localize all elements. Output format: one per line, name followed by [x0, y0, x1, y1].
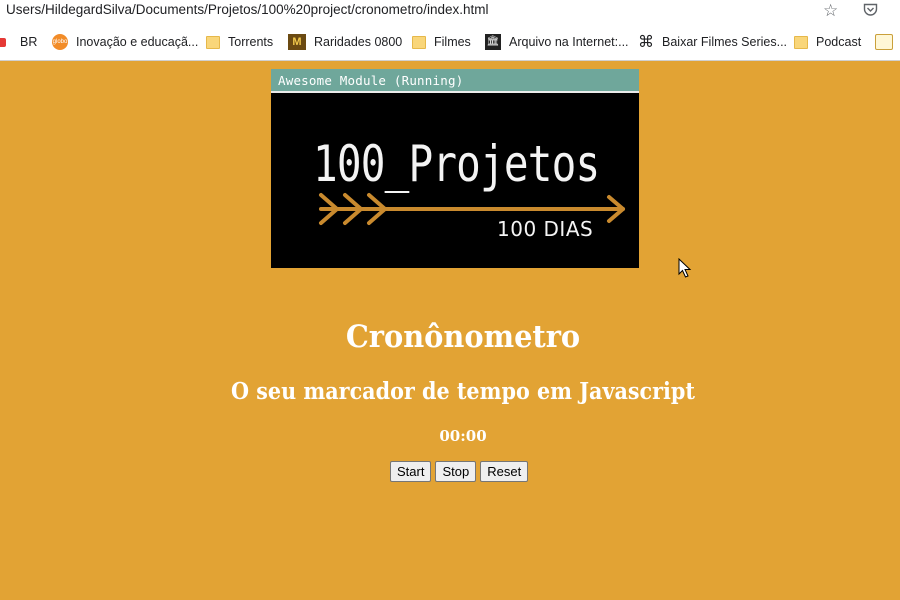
archive-icon: 🏛 — [485, 34, 501, 50]
bookmark-icon — [875, 34, 893, 50]
reset-button[interactable]: Reset — [480, 461, 529, 482]
bookmark-label: Podcast — [816, 35, 862, 49]
bookmarks-bar: BR globo Inovação e educaçã... Torrents … — [0, 24, 900, 61]
start-button[interactable]: Start — [390, 461, 432, 482]
bookmark-label: BR — [20, 35, 38, 49]
command-icon: ⌘ — [638, 32, 654, 51]
bookmark-filmes[interactable]: Filmes — [412, 32, 471, 52]
globo-icon: globo — [52, 34, 68, 50]
bookmark-label: Torrents — [228, 35, 274, 49]
page-title: Cronônometro — [345, 319, 581, 355]
folder-icon — [794, 35, 808, 49]
cursor-icon — [678, 258, 692, 278]
bookmark-label: Filmes — [434, 35, 471, 49]
project-banner: Awesome Module (Running) 100_Projetos 10… — [271, 69, 639, 268]
url-text[interactable]: Users/HildegardSilva/Documents/Projetos/… — [6, 2, 488, 17]
bookmark-raridades[interactable]: M Raridades 0800 — [288, 32, 402, 52]
bookmark-inovacao[interactable]: globo Inovação e educaçã... — [52, 32, 198, 52]
star-icon[interactable]: ☆ — [823, 0, 838, 22]
bookmark-arquivo[interactable]: 🏛 Arquivo na Internet:... — [485, 32, 629, 52]
bookmark-label: Arquivo na Internet:... — [509, 35, 629, 49]
banner-title: 100_Projetos — [313, 135, 600, 193]
page-subtitle: O seu marcador de tempo em Javascript — [231, 378, 695, 405]
timer-controls: Start Stop Reset — [390, 461, 529, 482]
folder-icon — [412, 35, 426, 49]
bookmark-baixar[interactable]: ⌘ Baixar Filmes Series... — [638, 32, 787, 52]
folder-icon — [206, 35, 220, 49]
bookmark-podcast[interactable]: Podcast — [794, 32, 861, 52]
stop-button[interactable]: Stop — [435, 461, 477, 482]
banner-window-title: Awesome Module (Running) — [278, 73, 464, 88]
pocket-icon[interactable] — [863, 3, 878, 17]
banner-window-bar: Awesome Module (Running) — [271, 69, 639, 93]
bookmark-label: Inovação e educaçã... — [76, 35, 199, 49]
raridades-icon: M — [288, 34, 306, 50]
address-bar[interactable]: Users/HildegardSilva/Documents/Projetos/… — [0, 0, 900, 24]
bookmark-label: Baixar Filmes Series... — [662, 35, 788, 49]
bookmark-br[interactable]: BR — [0, 32, 37, 52]
youtube-icon — [0, 37, 6, 47]
banner-subtitle: 100 DIAS — [497, 217, 594, 241]
bookmark-label: Raridades 0800 — [314, 35, 403, 49]
bookmark-torrents[interactable]: Torrents — [206, 32, 273, 52]
bookmark-extra[interactable] — [875, 32, 900, 52]
timer-display: 00:00 — [439, 427, 487, 445]
